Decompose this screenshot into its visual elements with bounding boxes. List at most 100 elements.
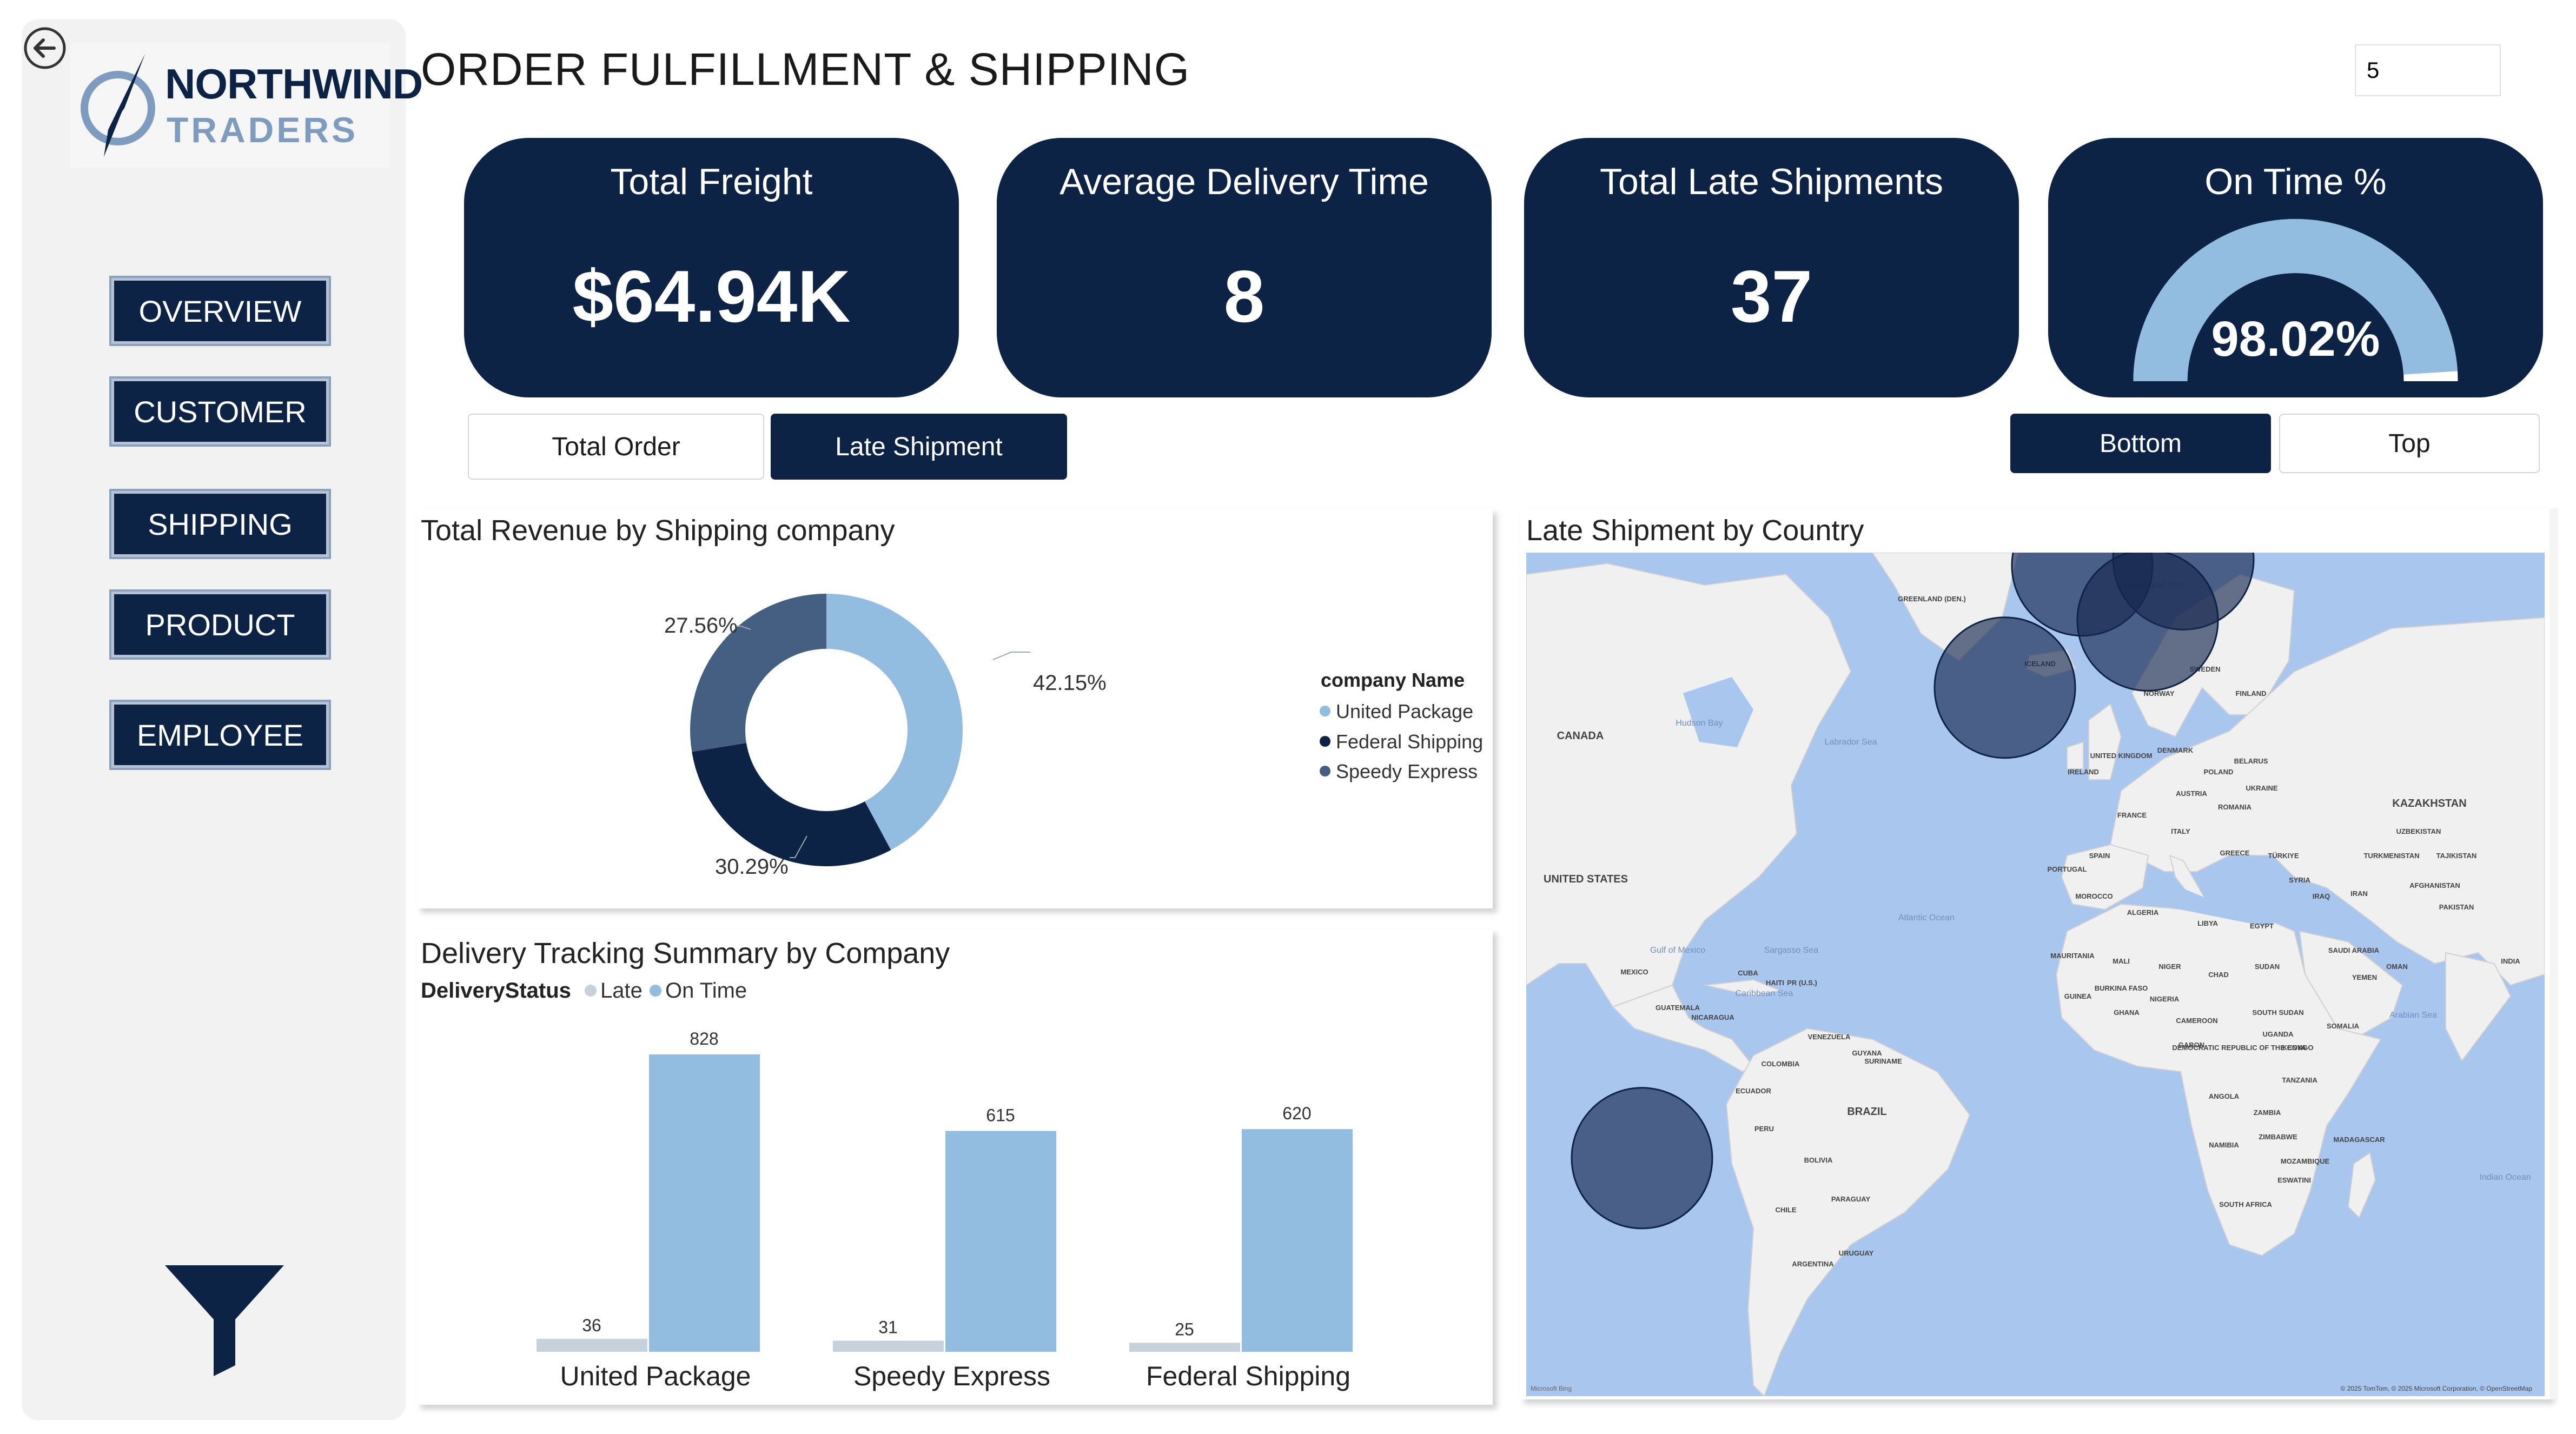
country-label: PARAGUAY — [1831, 1195, 1871, 1203]
top-toggle[interactable]: Top — [2279, 414, 2540, 473]
land-ireland — [2067, 741, 2084, 769]
nav-employee-button[interactable]: EMPLOYEE — [111, 702, 329, 768]
revenue-donut-chart: 42.15% 30.29% 27.56% company Name United… — [664, 594, 1483, 879]
nav-customer-button[interactable]: CUSTOMER — [111, 379, 329, 444]
legend-swatch-speedy — [1320, 766, 1330, 776]
total-order-toggle[interactable]: Total Order — [468, 414, 764, 480]
country-label: DEMOCRATIC REPUBLIC OF THE CONGO — [2172, 1044, 2313, 1052]
bar-on-time[interactable] — [1242, 1129, 1353, 1352]
nav-shipping-button[interactable]: SHIPPING — [111, 491, 329, 557]
kpi-value: 37 — [1730, 255, 1813, 337]
donut-label-federal: 30.29% — [715, 855, 789, 879]
bar-late[interactable] — [537, 1339, 647, 1352]
country-label: INDIA — [2501, 957, 2520, 965]
legend-federal-shipping[interactable]: Federal Shipping — [1336, 731, 1483, 753]
page-title: ORDER FULFILLMENT & SHIPPING — [421, 44, 1190, 95]
bar-late[interactable] — [1129, 1343, 1240, 1352]
ocean-label: Atlantic Ocean — [1898, 913, 1955, 922]
country-label: SYRIA — [2289, 876, 2310, 884]
legend-swatch-federal — [1320, 736, 1330, 747]
late-shipment-map-panel: Late Shipment by Country Atlantic Ocean … — [1520, 508, 2558, 1399]
bar-value-label: 25 — [1175, 1319, 1194, 1339]
map-scrollbar[interactable] — [2550, 508, 2558, 1399]
country-label: OMAN — [2386, 962, 2408, 971]
country-label: IRELAND — [2068, 768, 2099, 776]
gauge-value: 98.02% — [2211, 311, 2380, 367]
donut-slice-federal-shipping[interactable] — [692, 743, 891, 866]
legend-united-package[interactable]: United Package — [1336, 700, 1473, 722]
bubble-poland[interactable] — [2076, 553, 2219, 692]
country-label: PERU — [1754, 1125, 1774, 1133]
bar-on-time[interactable] — [945, 1131, 1056, 1352]
legend-swatch-late — [585, 985, 597, 997]
bottom-toggle[interactable]: Bottom — [2010, 414, 2271, 473]
nav-product-button[interactable]: PRODUCT — [111, 592, 329, 658]
kpi-total-freight-card: Total Freight $64.94K — [464, 138, 959, 397]
legend-speedy-express[interactable]: Speedy Express — [1336, 760, 1478, 782]
country-label: FINLAND — [2235, 689, 2266, 698]
country-label: UZBEKISTAN — [2396, 827, 2441, 835]
ocean-label: Gulf of Mexico — [1650, 946, 1705, 955]
country-label: ZAMBIA — [2254, 1108, 2281, 1117]
legend-late[interactable]: Late — [600, 979, 643, 1003]
bar-on-time[interactable] — [649, 1054, 760, 1352]
country-label: NIGERIA — [2150, 995, 2180, 1003]
bubble-spain[interactable] — [1933, 616, 2076, 759]
kpi-title: On Time % — [2204, 161, 2387, 202]
country-label: AFGHANISTAN — [2409, 881, 2460, 889]
country-label: PORTUGAL — [2048, 865, 2087, 873]
donut-label-united: 42.15% — [1033, 671, 1107, 695]
country-label: FRANCE — [2117, 811, 2147, 819]
bar-category-label: Speedy Express — [853, 1361, 1050, 1391]
country-label: COLOMBIA — [1762, 1060, 1800, 1068]
country-label: MALI — [2113, 957, 2130, 965]
country-label: MADAGASCAR — [2333, 1136, 2385, 1144]
bar-late[interactable] — [833, 1340, 944, 1352]
country-label: UGANDA — [2262, 1030, 2294, 1038]
kpi-title: Average Delivery Time — [1059, 161, 1429, 202]
country-label: ZIMBABWE — [2259, 1133, 2297, 1141]
map-title: Late Shipment by Country — [1526, 514, 1864, 547]
country-label: MAURITANIA — [2050, 952, 2095, 960]
country-label: CAMEROON — [2176, 1017, 2217, 1025]
country-label: ESWATINI — [2277, 1176, 2311, 1184]
kpi-title: Total Freight — [610, 161, 813, 202]
country-label: EGYPT — [2250, 922, 2274, 930]
country-label: UNITED STATES — [1544, 873, 1628, 885]
country-label: GUYANA — [1852, 1049, 1882, 1057]
bubble-argentina[interactable] — [1571, 1087, 1713, 1230]
country-label: GUINEA — [2064, 992, 2092, 1000]
country-label: BOLIVIA — [1804, 1156, 1833, 1164]
late-shipment-toggle[interactable]: Late Shipment — [771, 414, 1067, 480]
delivery-bar-panel: Delivery Tracking Summary by Company Del… — [416, 929, 1493, 1405]
legend-swatch-united — [1320, 706, 1330, 716]
country-label: SURINAME — [1864, 1057, 1902, 1065]
revenue-donut-panel: Total Revenue by Shipping company 42.15%… — [416, 508, 1493, 908]
on-time-gauge — [2133, 219, 2458, 382]
country-label: LIBYA — [2197, 919, 2218, 927]
bar-value-label: 31 — [878, 1317, 898, 1337]
country-label: CHILE — [1776, 1206, 1797, 1214]
country-label: IRAN — [2350, 889, 2368, 898]
map-attribution[interactable]: © 2025 TomTom, © 2025 Microsoft Corporat… — [2341, 1385, 2533, 1392]
ocean-label: Labrador Sea — [1825, 738, 1877, 747]
country-label: SAUDI ARABIA — [2328, 946, 2380, 954]
kpi-late-shipments-card: Total Late Shipments 37 — [1524, 138, 2019, 397]
kpi-on-time-card: On Time % 98.02% — [2048, 138, 2543, 397]
country-label: ANGOLA — [2209, 1092, 2240, 1100]
country-label: BRAZIL — [1847, 1106, 1886, 1118]
kpi-average-delivery-card: Average Delivery Time 8 — [997, 138, 1492, 397]
world-map[interactable]: Atlantic OceanIndian OceanNorwegian SeaH… — [1526, 553, 2545, 1396]
country-label: GREECE — [2220, 849, 2250, 857]
country-label: SOUTH AFRICA — [2219, 1200, 2272, 1209]
legend-on-time[interactable]: On Time — [665, 979, 747, 1003]
country-label: BURKINA FASO — [2095, 984, 2148, 992]
filter-icon[interactable] — [162, 1263, 287, 1376]
country-label: CUBA — [1738, 969, 1758, 977]
ocean-label: Indian Ocean — [2479, 1173, 2531, 1182]
bar-value-label: 36 — [582, 1316, 601, 1335]
country-label: GUATEMALA — [1655, 1004, 1700, 1012]
top-n-input[interactable]: 5 — [2355, 44, 2501, 96]
back-arrow-icon[interactable] — [23, 26, 67, 70]
nav-overview-button[interactable]: OVERVIEW — [111, 278, 329, 344]
